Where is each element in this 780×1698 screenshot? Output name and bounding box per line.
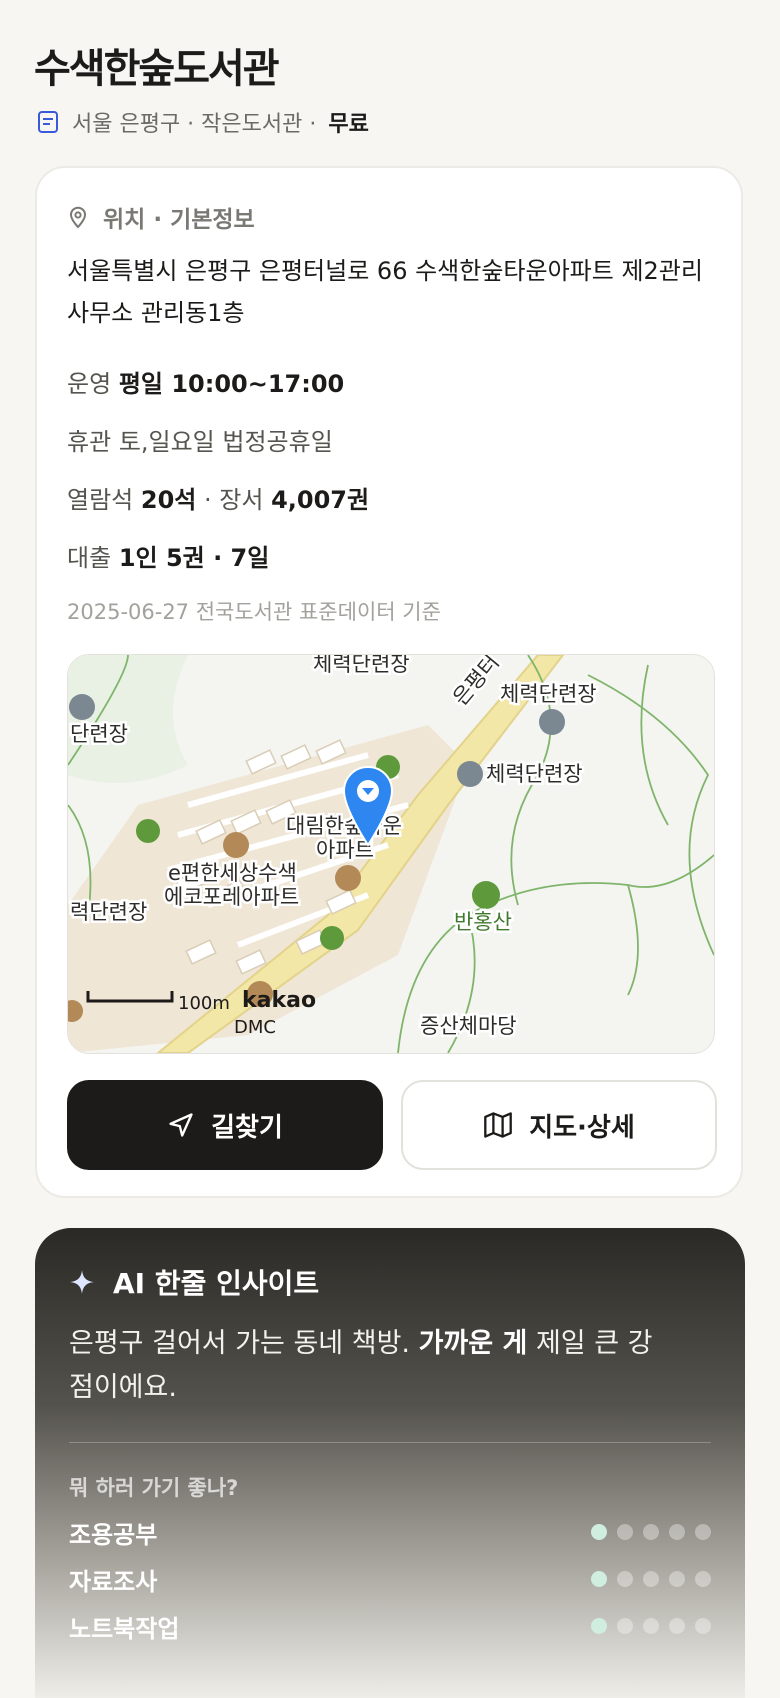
rating-label: 조용공부 — [69, 1520, 158, 1549]
hours-value: 평일 10:00~17:00 — [118, 370, 345, 398]
section-header-location: 위치 · 기본정보 — [67, 200, 255, 234]
rating-dots — [591, 1618, 711, 1634]
address-text: 서울특별시 은평구 은평터널로 66 수색한숲타운아파트 제2관리사무소 관리동… — [67, 257, 703, 327]
gym-icon — [539, 709, 565, 735]
map-icon — [484, 1112, 513, 1138]
rating-dot — [695, 1524, 711, 1540]
rating-dot — [669, 1524, 685, 1540]
closed-label: 휴관 — [67, 428, 112, 456]
rating-label: 자료조사 — [69, 1567, 158, 1596]
library-meta: 서울 은평구 · 작은도서관 · 무료 — [36, 106, 369, 138]
park-icon — [136, 819, 160, 843]
directions-label: 길찾기 — [211, 1112, 283, 1143]
apartment-icon — [223, 832, 249, 858]
fee-badge: 무료 — [328, 112, 369, 137]
ai-insight-title: AI 한줄 인사이트 — [113, 1267, 320, 1300]
ai-insight-card: AI 한줄 인사이트 은평구 걸어서 가는 동네 책방. 가까운 게 제일 큰 … — [35, 1228, 745, 1698]
rating-dot — [591, 1571, 607, 1587]
map-label-gym: 체력단련장 — [313, 655, 410, 676]
rating-dot — [643, 1618, 659, 1634]
ai-text-highlight: 가까운 게 — [418, 1328, 528, 1359]
books-value: 4,007권 — [271, 486, 370, 514]
hours-row: 운영 평일 10:00~17:00 — [67, 364, 344, 399]
map-label-mountain: 반홍산 — [454, 910, 512, 934]
gym-icon — [69, 694, 95, 720]
suitability-question: 뭐 하러 가기 좋나? — [69, 1476, 239, 1500]
kakao-logo: kakao — [242, 988, 316, 1013]
map-label-dmc: DMC — [234, 1017, 276, 1038]
rating-dot — [669, 1618, 685, 1634]
map-pin-icon — [69, 206, 87, 229]
rating-dot — [643, 1524, 659, 1540]
map-label-gym: 력단련장 — [70, 900, 147, 924]
rating-row: 자료조사 — [69, 1559, 711, 1599]
rating-dot — [695, 1571, 711, 1587]
apartment-icon — [335, 865, 361, 891]
rating-dots — [591, 1571, 711, 1587]
rating-dot — [591, 1524, 607, 1540]
map-detail-button[interactable]: 지도·상세 — [401, 1080, 717, 1170]
map-label-gym: 단련장 — [70, 722, 128, 746]
rating-label: 노트북작업 — [69, 1614, 180, 1643]
data-source-note: 2025-06-27 전국도서관 표준데이터 기준 — [67, 600, 441, 624]
seats-label: 열람석 — [67, 486, 134, 514]
rating-dot — [643, 1571, 659, 1587]
loan-row: 대출 1인 5권 · 7일 — [67, 538, 269, 573]
rating-dot — [617, 1618, 633, 1634]
rating-dot — [669, 1571, 685, 1587]
info-card: 위치 · 기본정보 서울특별시 은평구 은평터널로 66 수색한숲타운아파트 제… — [35, 166, 743, 1198]
ai-text-part: 은평구 걸어서 가는 동네 책방. — [69, 1328, 410, 1359]
map-label-apartment: e편한세상수색 — [168, 861, 297, 885]
loan-label: 대출 — [67, 544, 112, 572]
directions-button[interactable]: 길찾기 — [67, 1080, 383, 1170]
mountain-icon — [472, 881, 500, 909]
library-region-type: 서울 은평구 · 작은도서관 · — [72, 112, 317, 137]
map-canvas[interactable]: 체력단련장 체력단련장 체력단련장 단련장 력단련장 대림한숲타운 아파트 e편… — [68, 655, 714, 1053]
navigation-arrow-icon — [169, 1113, 193, 1137]
park-icon — [320, 926, 344, 950]
rating-dots — [591, 1524, 711, 1540]
page-title: 수색한숲도서관 — [34, 46, 280, 92]
section-title: 위치 · 기본정보 — [103, 207, 255, 233]
scale-label: 100m — [178, 993, 230, 1014]
ai-insight-header: AI 한줄 인사이트 — [69, 1262, 319, 1302]
rating-dot — [591, 1618, 607, 1634]
sparkle-icon — [70, 1270, 94, 1294]
gym-icon — [457, 761, 483, 787]
seats-row: 열람석 20석 · 장서 4,007권 — [67, 480, 369, 515]
document-icon — [38, 111, 58, 133]
hours-label: 운영 — [67, 370, 112, 398]
divider — [69, 1442, 711, 1443]
closed-row: 휴관 토,일요일 법정공휴일 — [67, 422, 333, 457]
closed-value: 토,일요일 법정공휴일 — [118, 428, 333, 456]
seats-value: 20석 — [140, 486, 197, 514]
map-view[interactable]: 체력단련장 체력단련장 체력단련장 단련장 력단련장 대림한숲타운 아파트 e편… — [67, 654, 715, 1054]
map-detail-label: 지도·상세 — [529, 1112, 635, 1143]
map-label-gym: 체력단련장 — [486, 762, 583, 786]
rating-dot — [617, 1571, 633, 1587]
map-label-apartment: 에코포레아파트 — [164, 885, 299, 909]
books-label: · 장서 — [204, 486, 264, 514]
rating-dot — [617, 1524, 633, 1540]
loan-value: 1인 5권 · 7일 — [118, 544, 270, 572]
map-label-partial: 증산체마당 — [420, 1014, 517, 1038]
map-label-gym: 체력단련장 — [500, 682, 597, 706]
rating-dot — [695, 1618, 711, 1634]
ai-insight-text: 은평구 걸어서 가는 동네 책방. 가까운 게 제일 큰 강점이에요. — [69, 1322, 669, 1410]
rating-row: 조용공부 — [69, 1512, 711, 1552]
rating-row: 노트북작업 — [69, 1606, 711, 1646]
